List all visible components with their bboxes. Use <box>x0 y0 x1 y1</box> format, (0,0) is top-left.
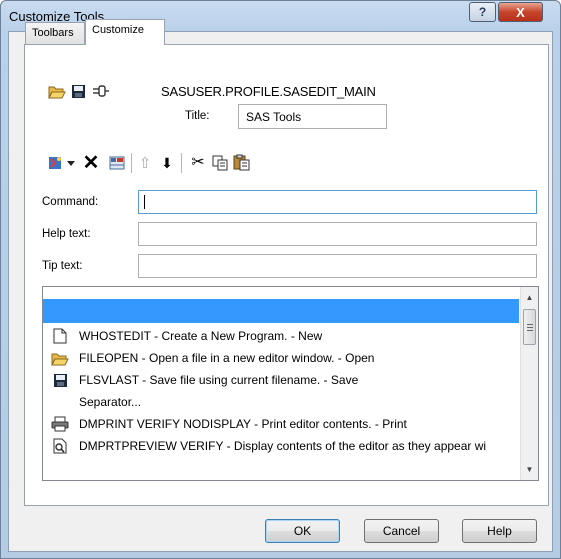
delete-icon[interactable]: ✕ <box>81 152 101 174</box>
list-item[interactable]: FILEOPEN - Open a file in a new editor w… <box>43 347 519 369</box>
list-item[interactable]: DMPRINT VERIFY NODISPLAY - Print editor … <box>43 413 519 435</box>
tab-toolbars[interactable]: Toolbars <box>25 22 85 44</box>
grip-line <box>527 327 533 328</box>
help-button[interactable]: Help <box>462 519 537 543</box>
copy-icon[interactable] <box>211 154 229 172</box>
save-icon[interactable] <box>70 83 86 99</box>
list-item[interactable]: FLSVLAST - Save file using current filen… <box>43 369 519 391</box>
list-item-label: FILEOPEN - Open a file in a new editor w… <box>79 351 375 365</box>
cut-icon[interactable]: ✂ <box>189 153 207 171</box>
dropdown-arrow-icon[interactable] <box>66 158 76 168</box>
cancel-button[interactable]: Cancel <box>364 519 439 543</box>
title-label: Title: <box>185 110 210 122</box>
print-preview-icon <box>51 438 69 454</box>
command-label: Command: <box>42 196 99 208</box>
toolbar-separator <box>131 153 132 173</box>
tools-list[interactable]: WHOSTEDIT - Create a New Program. - New … <box>42 286 539 481</box>
list-item-label: DMPRINT VERIFY NODISPLAY - Print editor … <box>79 417 407 431</box>
title-help-button[interactable]: ? <box>469 2 496 22</box>
list-item-label: DMPRTPREVIEW VERIFY - Display contents o… <box>79 439 487 453</box>
tab-customize[interactable]: Customize <box>85 19 165 45</box>
help-text-input[interactable] <box>138 222 537 246</box>
list-item[interactable]: DMPRTPREVIEW VERIFY - Display contents o… <box>43 435 519 457</box>
help-text-label: Help text: <box>42 228 91 240</box>
grip-line <box>527 324 533 325</box>
profile-name: SASUSER.PROFILE.SASEDIT_MAIN <box>161 84 376 99</box>
ok-button[interactable]: OK <box>265 519 340 543</box>
list-item-label: FLSVLAST - Save file using current filen… <box>79 373 359 387</box>
add-tool-icon[interactable] <box>46 154 64 172</box>
move-down-icon[interactable]: ⬇ <box>158 154 176 172</box>
scroll-down-icon[interactable]: ▼ <box>521 461 538 478</box>
scroll-up-icon[interactable]: ▲ <box>521 289 538 306</box>
close-button[interactable]: X <box>498 2 543 22</box>
move-up-icon[interactable]: ⇧ <box>136 154 154 172</box>
scroll-thumb[interactable] <box>523 309 536 345</box>
tip-text-input[interactable] <box>138 254 537 278</box>
open-folder-icon[interactable] <box>48 83 66 99</box>
title-input[interactable]: SAS Tools <box>238 104 387 129</box>
text-caret <box>144 195 145 209</box>
plug-icon[interactable] <box>92 83 110 99</box>
list-item[interactable]: WHOSTEDIT - Create a New Program. - New <box>43 325 519 347</box>
save-icon <box>51 372 69 388</box>
open-folder-icon <box>51 350 69 366</box>
section-divider <box>42 142 530 143</box>
command-input[interactable] <box>138 190 537 214</box>
toolbar-separator <box>181 153 182 173</box>
printer-icon <box>51 416 69 432</box>
new-document-icon <box>51 328 69 344</box>
list-item-label: Separator... <box>79 395 142 409</box>
list-scrollbar[interactable]: ▲ ▼ <box>520 287 538 480</box>
tip-text-label: Tip text: <box>42 260 83 272</box>
list-item-label: WHOSTEDIT - Create a New Program. - New <box>79 329 323 343</box>
list-item[interactable] <box>43 299 519 323</box>
customize-tools-dialog: Customize Tools ? X Toolbars Customize S… <box>0 0 561 559</box>
close-icon: X <box>516 4 525 20</box>
paste-icon[interactable] <box>232 153 250 171</box>
grid-icon[interactable] <box>108 154 126 172</box>
list-item[interactable]: Separator... <box>43 391 519 413</box>
question-icon: ? <box>478 5 487 19</box>
grip-line <box>527 330 533 331</box>
